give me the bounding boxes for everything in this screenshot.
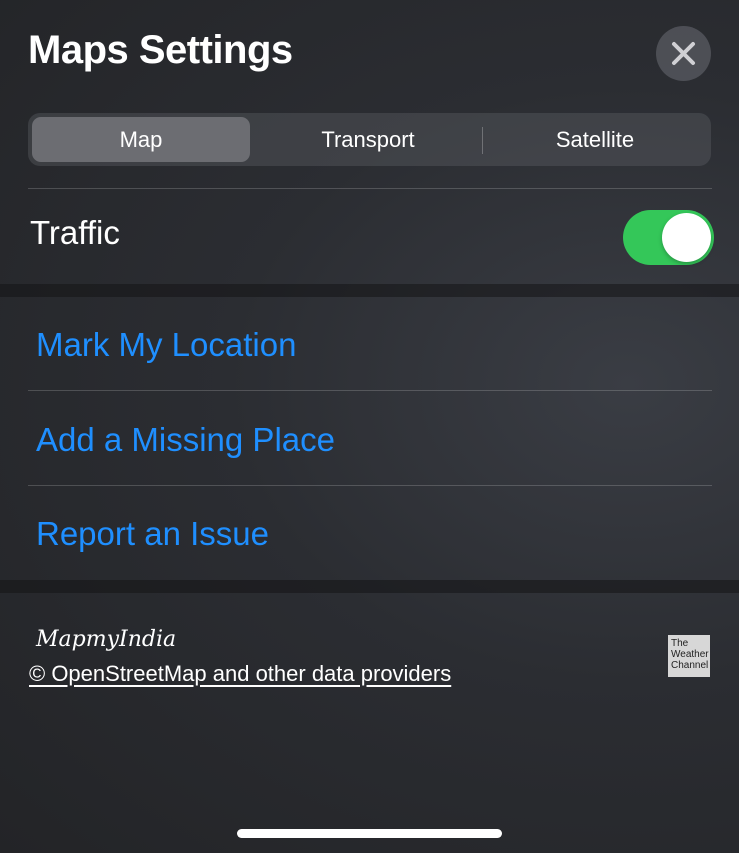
add-missing-place-button[interactable]: Add a Missing Place (36, 421, 335, 459)
divider (28, 390, 712, 391)
traffic-toggle[interactable] (623, 210, 714, 265)
segment-satellite[interactable]: Satellite (483, 117, 707, 162)
segment-map[interactable]: Map (32, 117, 250, 162)
mark-my-location-button[interactable]: Mark My Location (36, 326, 296, 364)
weather-channel-logo[interactable]: The Weather Channel (668, 635, 710, 677)
traffic-label: Traffic (30, 214, 120, 251)
close-icon (672, 42, 695, 65)
report-issue-button[interactable]: Report an Issue (36, 515, 269, 553)
page-title: Maps Settings (28, 28, 293, 72)
section-separator (0, 580, 739, 593)
weather-logo-line: Channel (671, 660, 709, 671)
weather-logo-line: Weather (671, 649, 709, 660)
close-button[interactable] (656, 26, 711, 81)
map-type-segmented-control: Map Transport Satellite (28, 113, 711, 166)
data-providers-link[interactable]: © OpenStreetMap and other data providers (29, 661, 451, 687)
divider (28, 188, 712, 189)
toggle-knob (662, 213, 711, 262)
divider (28, 485, 712, 486)
section-separator (0, 284, 739, 297)
segment-transport[interactable]: Transport (254, 117, 482, 162)
weather-logo-line: The (671, 638, 689, 649)
home-indicator[interactable] (237, 829, 502, 838)
mapmyindia-logo: MapmyIndia (36, 627, 177, 652)
